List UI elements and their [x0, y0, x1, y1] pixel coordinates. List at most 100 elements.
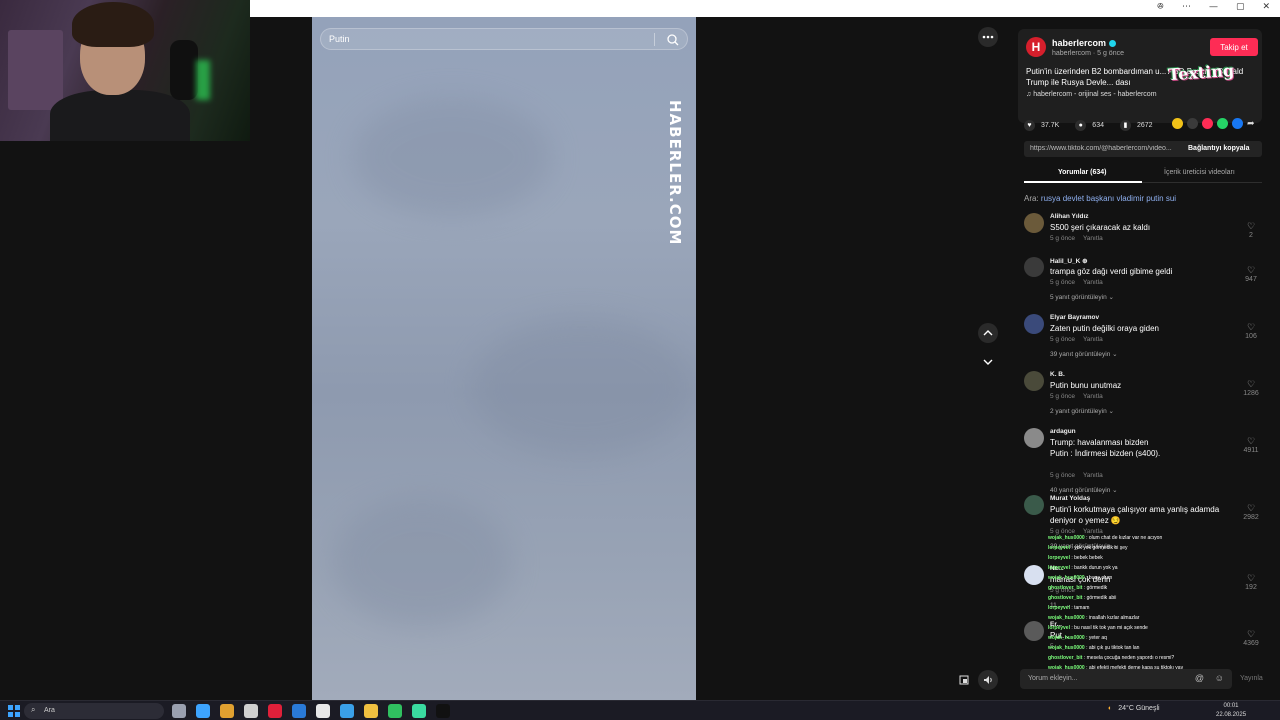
author-name[interactable]: haberlercom: [1052, 38, 1117, 48]
cloud: [472, 317, 692, 457]
reply-button[interactable]: Yanıtla: [1083, 279, 1103, 286]
chat-username: wojak_hus0000: [1048, 575, 1085, 581]
taskbar-app-icon[interactable]: [364, 704, 378, 718]
chat-message: ghostlover_bit : görmedik: [1048, 583, 1248, 593]
windows-start-icon[interactable]: [8, 705, 20, 717]
bookmark-icon[interactable]: ▮: [1119, 119, 1131, 131]
close-button[interactable]: ✕: [1262, 2, 1270, 12]
comment-username[interactable]: Elyar Bayramov: [1050, 314, 1099, 321]
comment-username[interactable]: Halil_U_K ⊕: [1050, 257, 1088, 265]
comment-avatar[interactable]: [1024, 495, 1044, 515]
more-options-icon[interactable]: ⋯: [1182, 2, 1191, 12]
chat-username: lorpeyvel: [1048, 555, 1070, 561]
tab-comments[interactable]: Yorumlar (634): [1058, 169, 1107, 176]
weather-text[interactable]: 24°C Güneşli: [1118, 705, 1159, 712]
cloud: [332, 497, 512, 627]
tab-creator-videos[interactable]: İçerik üreticisi videoları: [1164, 169, 1235, 176]
taskbar-app-icon[interactable]: [340, 704, 354, 718]
taskbar-search[interactable]: ⌕ Ara: [24, 703, 164, 719]
view-replies-button[interactable]: 40 yanıt görüntüleyin ⌄: [1050, 486, 1118, 494]
taskbar-app-icon[interactable]: [316, 704, 330, 718]
chat-message: wojak_hus0000 : abi çık şu tiktok tan la…: [1048, 643, 1248, 653]
comment-username[interactable]: ardagun: [1050, 428, 1076, 435]
comment-avatar[interactable]: [1024, 257, 1044, 277]
minimize-button[interactable]: —: [1209, 2, 1218, 12]
search-input[interactable]: Putin: [320, 28, 688, 50]
comment-like[interactable]: ♡ 2982: [1240, 503, 1262, 521]
reply-button[interactable]: Yanıtla: [1083, 472, 1103, 479]
comment-like[interactable]: ♡ 1286: [1240, 379, 1262, 397]
chat-username: ghostlover_bit: [1048, 595, 1083, 601]
video-player[interactable]: Putin HABERLER.COM: [312, 17, 696, 700]
comment-username[interactable]: K. B.: [1050, 371, 1065, 378]
taskbar-app-icon[interactable]: [412, 704, 426, 718]
author-avatar[interactable]: H: [1026, 37, 1046, 57]
comment-avatar[interactable]: [1024, 314, 1044, 334]
heart-outline-icon: ♡: [1246, 322, 1256, 332]
chat-text: : bankk durun yok ya: [1071, 565, 1118, 571]
comment-icon[interactable]: ●: [1075, 119, 1087, 131]
heart-icon[interactable]: ♥: [1024, 119, 1035, 131]
translate-icon[interactable]: ꔮ: [1157, 2, 1164, 12]
coin-icon[interactable]: [1172, 118, 1183, 129]
comment-like[interactable]: ♡ 4911: [1240, 436, 1262, 454]
window-controls: ꔮ ⋯ — ▢ ✕: [1157, 2, 1270, 12]
post-comment-button[interactable]: Yayınla: [1240, 675, 1263, 682]
copy-link-button[interactable]: Bağlantıyı kopyala: [1188, 145, 1249, 152]
comment-username[interactable]: Murat Yoldaş: [1050, 495, 1090, 502]
heart-outline-icon: ♡: [1246, 436, 1256, 446]
share-arrow-icon[interactable]: ➦: [1247, 118, 1258, 129]
comment-username[interactable]: Alihan Yıldız: [1050, 213, 1089, 220]
taskbar-app-icon[interactable]: [220, 704, 234, 718]
volume-icon[interactable]: [978, 670, 998, 690]
video-url[interactable]: https://www.tiktok.com/@haberlercom/vide…: [1030, 145, 1180, 152]
comment-text: Putin'i korkutmaya çalışıyor ama yanlış …: [1050, 505, 1220, 525]
taskbar-app-icon[interactable]: [244, 704, 258, 718]
emoji-icon[interactable]: ☺: [1215, 673, 1224, 683]
comment-avatar[interactable]: [1024, 371, 1044, 391]
view-replies-button[interactable]: 2 yanıt görüntüleyin ⌄: [1050, 407, 1114, 415]
reply-button[interactable]: Yanıtla: [1083, 336, 1103, 343]
comment-meta: 5 g önce Yanıtla: [1050, 472, 1103, 479]
clock[interactable]: 00:01 22.08.2025: [1216, 702, 1246, 720]
sound-link[interactable]: ♫ haberlercom - orijinal ses - haberlerc…: [1026, 91, 1157, 98]
pip-icon[interactable]: [954, 670, 974, 690]
taskbar-app-icon[interactable]: [436, 704, 450, 718]
comment-like[interactable]: ♡ 106: [1240, 322, 1262, 340]
view-replies-button[interactable]: 39 yanıt görüntüleyin ⌄: [1050, 350, 1118, 358]
comment-avatar[interactable]: [1024, 565, 1044, 585]
taskbar-app-icon[interactable]: [268, 704, 282, 718]
more-horizontal-icon[interactable]: [978, 27, 998, 47]
taskbar-app-icon[interactable]: [196, 704, 210, 718]
reply-button[interactable]: Yanıtla: [1083, 393, 1103, 400]
search-suggestion[interactable]: Ara: rusya devlet başkanı vladimir putin…: [1024, 194, 1176, 203]
heart-outline-icon: ♡: [1246, 221, 1256, 231]
reply-button[interactable]: Yanıtla: [1083, 235, 1103, 242]
taskbar-app-icon[interactable]: [388, 704, 402, 718]
follow-button[interactable]: Takip et: [1210, 38, 1258, 56]
mention-icon[interactable]: @: [1195, 673, 1204, 683]
taskbar-app-icon[interactable]: [172, 704, 186, 718]
taskbar-search-placeholder: Ara: [44, 707, 55, 714]
facebook-icon[interactable]: [1232, 118, 1243, 129]
comment-like[interactable]: ♡ 947: [1240, 265, 1262, 283]
view-replies-button[interactable]: 5 yanıt görüntüleyin ⌄: [1050, 293, 1114, 301]
comment-like[interactable]: ♡ 2: [1240, 221, 1262, 239]
comment-avatar[interactable]: [1024, 621, 1044, 641]
chat-text: : olum chat de kızlar var ne acıyon: [1086, 535, 1163, 541]
chevron-down-icon[interactable]: [978, 352, 998, 372]
comment-avatar[interactable]: [1024, 428, 1044, 448]
whatsapp-icon[interactable]: [1217, 118, 1228, 129]
comment-input[interactable]: Yorum ekleyin... @ ☺: [1020, 669, 1232, 689]
taskbar-app-icon[interactable]: [292, 704, 306, 718]
screen: ꔮ ⋯ — ▢ ✕ Putin HABERLER.COM H haberlerc…: [0, 0, 1280, 720]
embed-icon[interactable]: [1187, 118, 1198, 129]
comment-avatar[interactable]: [1024, 213, 1044, 233]
maximize-button[interactable]: ▢: [1236, 2, 1245, 12]
search-icon[interactable]: [665, 32, 681, 48]
chat-text: : yok yok görmedik bi şey: [1071, 545, 1128, 551]
send-icon[interactable]: [1202, 118, 1213, 129]
chat-text: : bebek bebek: [1071, 555, 1103, 561]
chevron-up-icon[interactable]: [978, 323, 998, 343]
chat-message: wojak_hus0000 : olum chat de kızlar var …: [1048, 533, 1248, 543]
